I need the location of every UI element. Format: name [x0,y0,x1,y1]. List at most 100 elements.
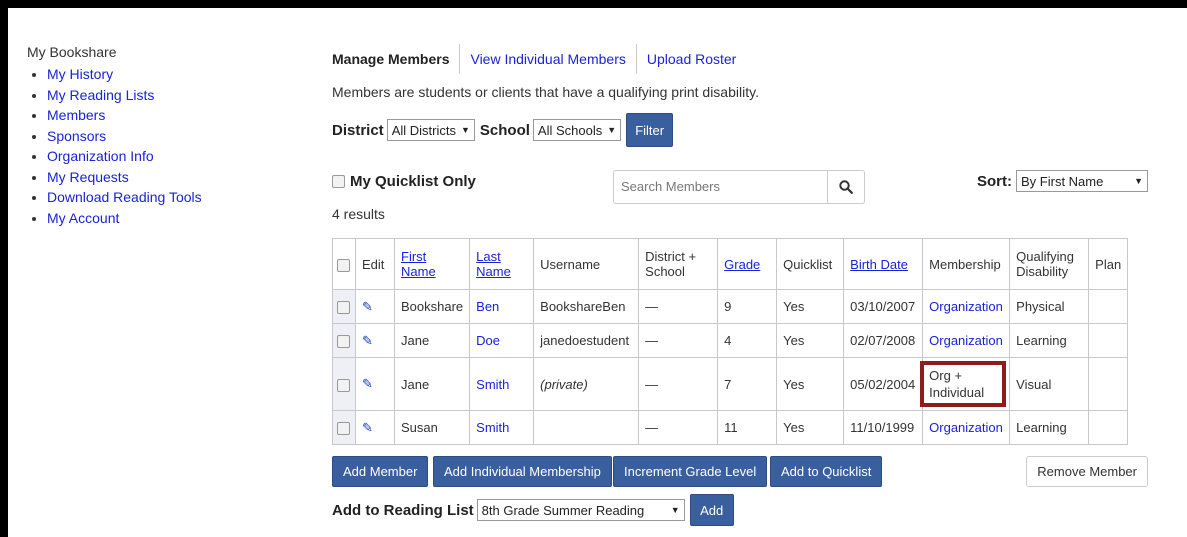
membership-cell: Organization [922,323,1011,358]
quicklist-checkbox[interactable] [332,175,345,188]
sidebar-nav: My History My Reading Lists Members Spon… [27,64,297,228]
sidebar-title: My Bookshare [27,44,117,60]
quicklist-search-sort-row: My Quicklist Only Search Members Sort: B… [332,170,1148,204]
membership-highlight-box: Org + Individual [920,361,1007,407]
pencil-icon[interactable]: ✎ [362,333,373,348]
row-checkbox[interactable] [337,301,350,315]
select-all-cell [332,238,356,290]
pencil-icon[interactable]: ✎ [362,299,373,314]
filter-button[interactable]: Filter [626,113,674,147]
tab-view-individual-members[interactable]: View Individual Members [460,44,637,74]
header-birth-date-link[interactable]: Birth Date [850,257,908,272]
remove-member-button[interactable]: Remove Member [1026,456,1148,487]
row-select-cell [332,289,356,324]
last-name-cell: Ben [469,289,535,324]
row-select-cell [332,357,356,411]
tab-manage-members[interactable]: Manage Members [332,44,461,74]
edit-cell: ✎ [355,410,395,445]
last-name-link[interactable]: Smith [476,377,509,392]
sidebar: My Bookshare My History My Reading Lists… [27,44,297,228]
sidebar-link-my-requests[interactable]: My Requests [47,169,129,185]
last-name-link[interactable]: Smith [476,420,509,435]
membership-cell: Org + Individual [920,357,1011,411]
plan-cell [1088,357,1129,411]
last-name-link[interactable]: Doe [476,333,500,348]
school-label: School [479,121,530,139]
row-checkbox[interactable] [337,335,350,349]
sidebar-item-my-history[interactable]: My History [47,64,297,85]
header-district-school: District + School [638,238,719,290]
header-last-name[interactable]: Last Name [469,238,535,290]
district-select[interactable]: All Districts ▼ [386,119,475,141]
search-box: Search Members [613,170,865,204]
last-name-link[interactable]: Ben [476,299,499,314]
district-cell: — [638,357,719,411]
increment-grade-level-button[interactable]: Increment Grade Level [613,456,768,487]
pencil-icon[interactable]: ✎ [362,376,373,391]
chevron-down-icon: ▼ [670,505,680,515]
reading-list-select[interactable]: 8th Grade Summer Reading ▼ [476,499,685,521]
sidebar-item-my-account[interactable]: My Account [47,208,297,229]
disability-cell: Learning [1009,410,1090,445]
member-actions: Add Member Add Individual Membership Inc… [332,456,1148,487]
disability-cell: Learning [1009,323,1090,358]
quicklist-toggle[interactable]: My Quicklist Only [332,173,476,190]
membership-link[interactable]: Organization [929,299,1003,314]
sort-select[interactable]: By First Name ▼ [1016,170,1148,192]
header-first-name[interactable]: First Name [393,238,471,290]
grade-cell: 4 [717,323,778,358]
district-cell: — [638,410,719,445]
sidebar-item-organization-info[interactable]: Organization Info [47,146,297,167]
filter-row: District All Districts ▼ School All Scho… [332,113,674,147]
sidebar-item-download-reading-tools[interactable]: Download Reading Tools [47,187,297,208]
username-private: (private) [540,376,588,392]
sidebar-link-members[interactable]: Members [47,107,105,123]
row-checkbox[interactable] [337,378,350,392]
edit-cell: ✎ [355,357,395,411]
birth-date-cell: 03/10/2007 [843,289,924,324]
sidebar-link-my-account[interactable]: My Account [47,210,119,226]
search-input[interactable]: Search Members [614,171,827,203]
sidebar-link-my-history[interactable]: My History [47,66,113,82]
sidebar-item-my-reading-lists[interactable]: My Reading Lists [47,85,297,106]
sidebar-item-members[interactable]: Members [47,105,297,126]
add-member-button[interactable]: Add Member [332,456,429,487]
row-select-cell [332,323,356,358]
username-cell: (private) [533,357,640,411]
row-checkbox[interactable] [337,422,350,436]
header-membership: Membership [922,238,1011,290]
sidebar-item-sponsors[interactable]: Sponsors [47,126,297,147]
header-grade-link[interactable]: Grade [724,257,760,272]
school-select-value: All Schools [537,122,603,138]
school-select[interactable]: All Schools ▼ [532,119,622,141]
header-birth-date[interactable]: Birth Date [843,238,924,290]
sort-label: Sort: [977,172,1012,190]
birth-date-cell: 02/07/2008 [843,323,924,358]
sidebar-link-sponsors[interactable]: Sponsors [47,128,106,144]
add-individual-membership-button[interactable]: Add Individual Membership [433,456,612,487]
add-reading-list-button[interactable]: Add [689,494,734,526]
header-grade[interactable]: Grade [717,238,778,290]
header-last-name-link[interactable]: Last Name [476,249,511,279]
first-name-cell: Jane [393,357,471,411]
add-to-quicklist-button[interactable]: Add to Quicklist [770,456,883,487]
membership-link[interactable]: Organization [929,333,1003,348]
table-row: ✎ Bookshare Ben BookshareBen — 9 Yes 03/… [332,289,1129,324]
pencil-icon[interactable]: ✎ [362,420,373,435]
select-all-checkbox[interactable] [337,258,350,272]
district-cell: — [638,323,719,358]
grade-cell: 11 [717,410,778,445]
window-frame-top [0,0,1187,8]
birth-date-cell: 11/10/1999 [843,410,924,445]
header-first-name-link[interactable]: First Name [401,249,436,279]
sidebar-link-my-reading-lists[interactable]: My Reading Lists [47,87,154,103]
search-button[interactable] [827,171,864,203]
sidebar-link-organization-info[interactable]: Organization Info [47,148,154,164]
first-name-cell: Jane [393,323,471,358]
membership-link[interactable]: Organization [929,420,1003,435]
sidebar-link-download-reading-tools[interactable]: Download Reading Tools [47,189,202,205]
district-label: District [332,121,384,139]
tab-upload-roster[interactable]: Upload Roster [637,44,747,74]
sidebar-item-my-requests[interactable]: My Requests [47,167,297,188]
plan-cell [1088,289,1129,324]
